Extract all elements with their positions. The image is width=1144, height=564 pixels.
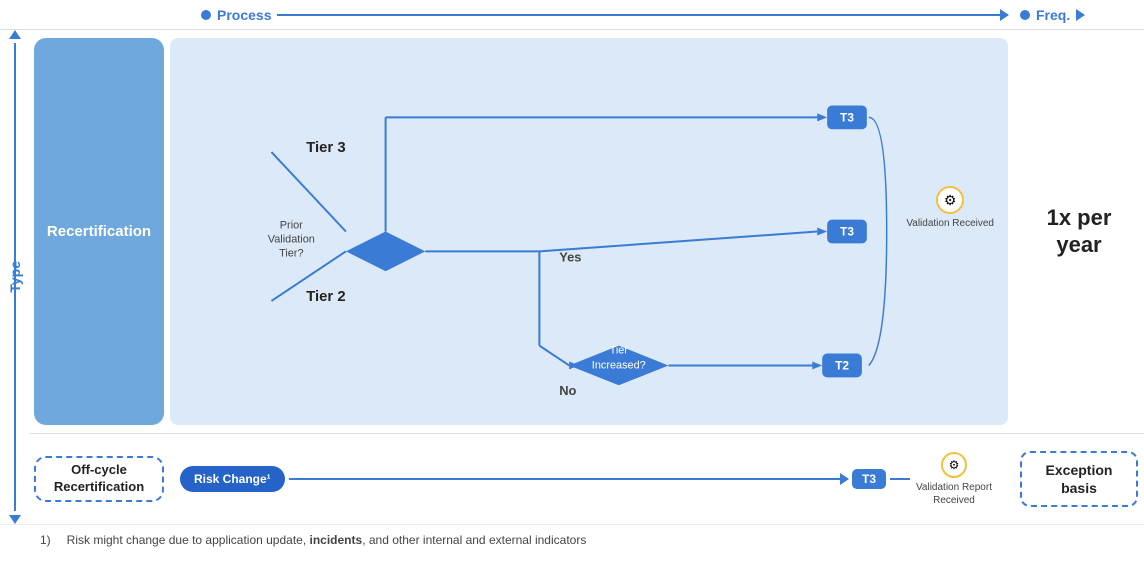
svg-text:Tier 3: Tier 3 [306, 140, 345, 156]
validation-received-label: Validation Received [906, 217, 994, 230]
svg-text:No: No [559, 383, 576, 398]
flow-diagram: Tier 3 Tier 2 Prior Validation Tier? [170, 38, 1008, 425]
page-container: Process Freq. Type [0, 0, 1144, 564]
svg-text:T3: T3 [840, 224, 854, 238]
footnote-text: Risk might change due to application upd… [67, 533, 587, 547]
svg-text:T3: T3 [840, 110, 854, 124]
validation-report-label: Validation Report Received [914, 481, 994, 507]
freq-value: 1x per year [1047, 205, 1112, 258]
svg-text:Tier?: Tier? [279, 247, 303, 259]
offcycle-t3-badge: T3 [852, 469, 886, 489]
svg-text:Tier: Tier [610, 345, 629, 357]
risk-change-node: Risk Change¹ [180, 466, 285, 492]
svg-text:Tier 2: Tier 2 [306, 289, 345, 305]
process-label: Process [217, 7, 271, 23]
dot-left [201, 10, 211, 20]
type-label: Type [7, 261, 23, 293]
svg-text:Prior: Prior [280, 220, 303, 232]
freq-label: Freq. [1036, 7, 1070, 23]
exception-basis-box: Exception basis [1020, 451, 1138, 507]
footnote: 1) Risk might change due to application … [0, 524, 1144, 564]
svg-text:T2: T2 [835, 358, 849, 372]
offcycle-flow: Risk Change¹ T3 [170, 440, 1008, 518]
svg-text:Increased?: Increased? [592, 359, 646, 371]
footnote-number: 1) [40, 533, 51, 547]
dot-right [1020, 10, 1030, 20]
svg-text:Yes: Yes [559, 249, 581, 264]
recertification-label: Recertification [34, 38, 164, 425]
validation-received: ⚙ Validation Received [906, 186, 994, 230]
offcycle-label: Off-cycle Recertification [34, 456, 164, 502]
validation-report-received: ⚙ Validation Report Received [914, 452, 994, 507]
svg-text:Validation: Validation [268, 233, 315, 245]
